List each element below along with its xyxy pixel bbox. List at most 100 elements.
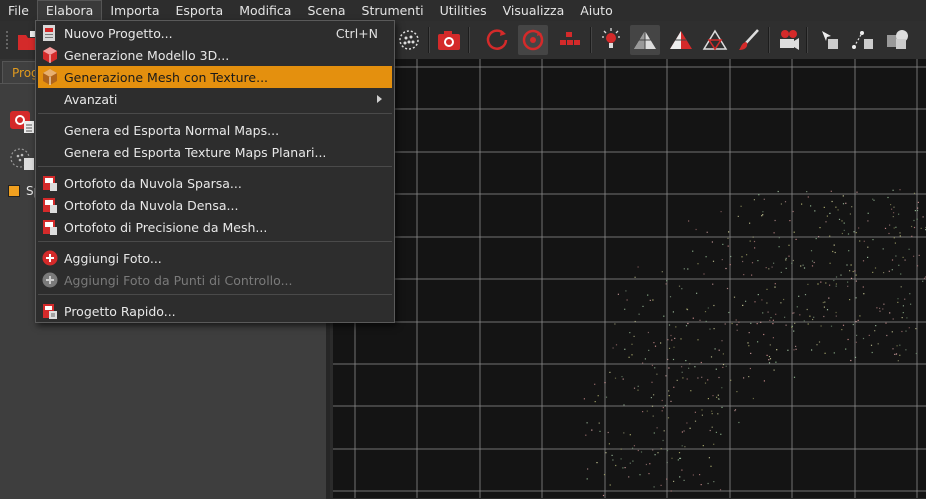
menu-item-add-photos[interactable]: Aggiungi Foto... (38, 247, 392, 269)
3d-viewport[interactable] (333, 59, 926, 498)
menu-item-label: Generazione Modello 3D... (64, 48, 229, 63)
cloud-point (894, 227, 895, 228)
new-project-icon (39, 23, 61, 43)
objects-icon[interactable] (882, 25, 912, 55)
viewport-grid (333, 59, 926, 498)
wireframe-icon[interactable] (700, 25, 730, 55)
cloud-point (845, 203, 846, 204)
brush-icon[interactable] (734, 25, 764, 55)
cloud-point (725, 268, 726, 269)
cloud-point (779, 246, 780, 247)
cloud-point (615, 378, 616, 379)
cloud-point (753, 398, 754, 399)
menu-scena[interactable]: Scena (299, 0, 353, 21)
menu-utilities[interactable]: Utilities (432, 0, 495, 21)
light-icon[interactable] (596, 25, 626, 55)
cloud-point (798, 296, 799, 297)
cloud-point (919, 255, 920, 256)
menu-item-textured-mesh[interactable]: Generazione Mesh con Texture... (38, 66, 392, 88)
menu-item-generate-3d-model[interactable]: Generazione Modello 3D... (38, 44, 392, 66)
cloud-point (587, 478, 588, 479)
menu-item-ortho-sparse[interactable]: Ortofoto da Nuvola Sparsa... (38, 172, 392, 194)
cloud-point (898, 265, 899, 266)
menu-visualizza[interactable]: Visualizza (495, 0, 573, 21)
cloud-point (921, 228, 922, 229)
cloud-point (905, 349, 906, 350)
point-cloud-list-icon[interactable] (8, 146, 36, 172)
cloud-point (687, 378, 688, 379)
measure-icon[interactable] (848, 25, 878, 55)
cloud-point (799, 314, 800, 315)
menu-strumenti[interactable]: Strumenti (354, 0, 432, 21)
cloud-point (811, 349, 812, 350)
cloud-point (748, 345, 749, 346)
cloud-point (841, 220, 842, 221)
cloud-point (638, 450, 639, 451)
cloud-point (653, 394, 654, 395)
cloud-point (751, 275, 752, 276)
cloud-point (835, 252, 836, 253)
cloud-point (666, 283, 667, 284)
cloud-point (754, 247, 755, 248)
cloud-point (832, 201, 833, 202)
camera-icon[interactable] (434, 25, 464, 55)
cloud-point (872, 239, 873, 240)
cloud-point (775, 283, 776, 284)
cloud-point (840, 275, 841, 276)
menu-esporta[interactable]: Esporta (168, 0, 232, 21)
pointer-icon[interactable] (814, 25, 844, 55)
cloud-point (587, 422, 588, 423)
menu-file[interactable]: File (0, 0, 37, 21)
orbit-icon[interactable] (518, 25, 548, 55)
menu-importa[interactable]: Importa (102, 0, 167, 21)
rotate-icon[interactable] (482, 25, 512, 55)
cloud-point (701, 484, 702, 485)
cloud-point (859, 315, 860, 316)
cloud-point (856, 192, 857, 193)
cloud-point (863, 260, 864, 261)
cloud-point (900, 273, 901, 274)
cloud-point (892, 269, 893, 270)
textured-mesh-icon (39, 67, 61, 87)
menu-elabora[interactable]: Elabora (37, 0, 102, 21)
cloud-point (680, 338, 681, 339)
cloud-point (628, 476, 629, 477)
cloud-point (730, 256, 731, 257)
cloud-point (720, 434, 721, 435)
cloud-point (710, 430, 711, 431)
menu-item-ortho-dense[interactable]: Ortofoto da Nuvola Densa... (38, 194, 392, 216)
menu-item-advanced[interactable]: Avanzati (38, 88, 392, 110)
cloud-point (895, 243, 896, 244)
cloud-point (670, 335, 671, 336)
cloud-point (622, 467, 623, 468)
shaded-mesh-icon[interactable] (630, 25, 660, 55)
photo-list-icon[interactable] (8, 109, 36, 135)
dense-cloud-icon[interactable] (394, 25, 424, 55)
cloud-point (775, 362, 776, 363)
video-camera-icon[interactable] (774, 25, 804, 55)
cloud-point (596, 462, 597, 463)
menu-item-label: Nuovo Progetto... (64, 26, 173, 41)
textured-mesh-icon[interactable] (666, 25, 696, 55)
cloud-point (623, 432, 624, 433)
cloud-point (917, 208, 918, 209)
menu-item-new-project[interactable]: Nuovo Progetto... Ctrl+N (38, 22, 392, 44)
menu-aiuto[interactable]: Aiuto (572, 0, 621, 21)
cloud-point (902, 317, 903, 318)
cloud-point (879, 308, 880, 309)
menu-item-ortho-precision[interactable]: Ortofoto di Precisione da Mesh... (38, 216, 392, 238)
blocks-icon[interactable] (554, 25, 584, 55)
cloud-point (808, 323, 809, 324)
menu-item-normal-maps[interactable]: Genera ed Esporta Normal Maps... (38, 119, 392, 141)
menu-item-quick-project[interactable]: Progetto Rapido... (38, 300, 392, 322)
menu-item-planar-texture-maps[interactable]: Genera ed Esporta Texture Maps Planari..… (38, 141, 392, 163)
cloud-point (687, 323, 688, 324)
cloud-point (741, 206, 742, 207)
cloud-point (741, 256, 742, 257)
visibility-checkbox[interactable] (8, 185, 20, 197)
menu-modifica[interactable]: Modifica (231, 0, 299, 21)
cloud-point (647, 295, 648, 296)
cloud-point (886, 335, 887, 336)
menu-separator (38, 241, 392, 242)
cloud-point (639, 474, 640, 475)
